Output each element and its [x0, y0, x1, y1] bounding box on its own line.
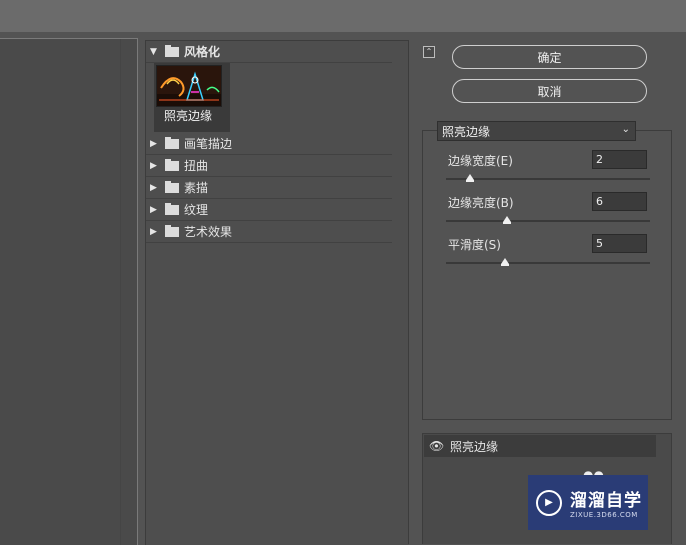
dialog-title-bar — [0, 0, 686, 32]
folder-icon — [165, 158, 179, 171]
slider-thumb[interactable] — [466, 174, 475, 182]
edge-width-slider[interactable] — [446, 174, 650, 182]
folder-icon — [165, 44, 179, 57]
triangle-expand-icon: ▶ — [150, 204, 157, 215]
edge-brightness-label: 边缘亮度(B) — [448, 196, 514, 210]
folder-icon — [165, 136, 179, 149]
folder-icon — [165, 224, 179, 237]
settings-panel: ⌃ 确定 取消 照亮边缘 ⌄ 边缘宽度(E) 2 边缘亮度(B) 6 平滑度(S… — [415, 40, 686, 544]
folder-icon — [165, 180, 179, 193]
category-sketch[interactable]: ▶ 素描 — [146, 177, 392, 199]
smoothness-input[interactable]: 5 — [592, 234, 647, 253]
smoothness-label: 平滑度(S) — [448, 238, 501, 252]
gallery-divider — [408, 40, 409, 544]
filter-thumbnail-glowing-edges[interactable]: 照亮边缘 — [154, 63, 230, 132]
filter-thumbnail-image — [156, 65, 222, 107]
category-label: 纹理 — [184, 203, 209, 217]
folder-icon — [165, 202, 179, 215]
play-logo-icon: ▶ — [536, 489, 562, 516]
watermark-url: ZIXUE.3D66.COM — [570, 511, 638, 519]
effect-layer-row[interactable]: 👁 照亮边缘 — [424, 435, 656, 457]
slider-thumb[interactable] — [503, 216, 512, 224]
category-texture[interactable]: ▶ 纹理 — [146, 199, 392, 221]
category-artistic[interactable]: ▶ 艺术效果 — [146, 221, 392, 243]
edge-width-input[interactable]: 2 — [592, 150, 647, 169]
collapse-icon[interactable]: ⌃ — [423, 46, 435, 58]
edge-brightness-input[interactable]: 6 — [592, 192, 647, 211]
category-label: 风格化 — [184, 45, 221, 59]
chevron-down-icon: ⌄ — [621, 124, 630, 135]
eye-icon[interactable]: 👁 — [429, 439, 444, 453]
category-label: 艺术效果 — [184, 225, 233, 239]
triangle-expand-icon: ▶ — [150, 160, 157, 171]
filter-thumbnail-label: 照亮边缘 — [163, 109, 212, 123]
slider-thumb[interactable] — [501, 258, 510, 266]
filter-select-value: 照亮边缘 — [442, 124, 491, 139]
edge-width-label: 边缘宽度(E) — [448, 154, 513, 168]
category-stylize[interactable]: ▼ 风格化 — [146, 41, 392, 63]
triangle-expand-icon: ▶ — [150, 138, 157, 149]
ok-button[interactable]: 确定 — [452, 45, 647, 69]
preview-pane[interactable] — [0, 38, 138, 545]
category-brush-strokes[interactable]: ▶ 画笔描边 — [146, 133, 392, 155]
filter-gallery: ▼ 风格化 照亮边缘 ▶ 画笔描边 ▶ 扭曲 ▶ 素描 ▶ 纹理 ▶ 艺术效果 — [145, 40, 409, 545]
filter-select[interactable]: 照亮边缘 ⌄ — [437, 121, 636, 141]
effect-layer-label: 照亮边缘 — [450, 439, 499, 454]
filter-settings-box — [422, 130, 672, 420]
watermark-title: 溜溜自学 — [570, 491, 642, 511]
cancel-button[interactable]: 取消 — [452, 79, 647, 103]
smoothness-slider[interactable] — [446, 258, 650, 266]
watermark-logo: ▶ 溜溜自学 ZIXUE.3D66.COM — [528, 475, 648, 530]
preview-divider — [120, 39, 121, 545]
category-distort[interactable]: ▶ 扭曲 — [146, 155, 392, 177]
category-label: 画笔描边 — [184, 137, 233, 151]
triangle-expand-icon: ▶ — [150, 226, 157, 237]
category-label: 素描 — [184, 181, 209, 195]
category-label: 扭曲 — [184, 159, 209, 173]
triangle-collapse-icon: ▼ — [150, 46, 157, 57]
edge-brightness-slider[interactable] — [446, 216, 650, 224]
triangle-expand-icon: ▶ — [150, 182, 157, 193]
